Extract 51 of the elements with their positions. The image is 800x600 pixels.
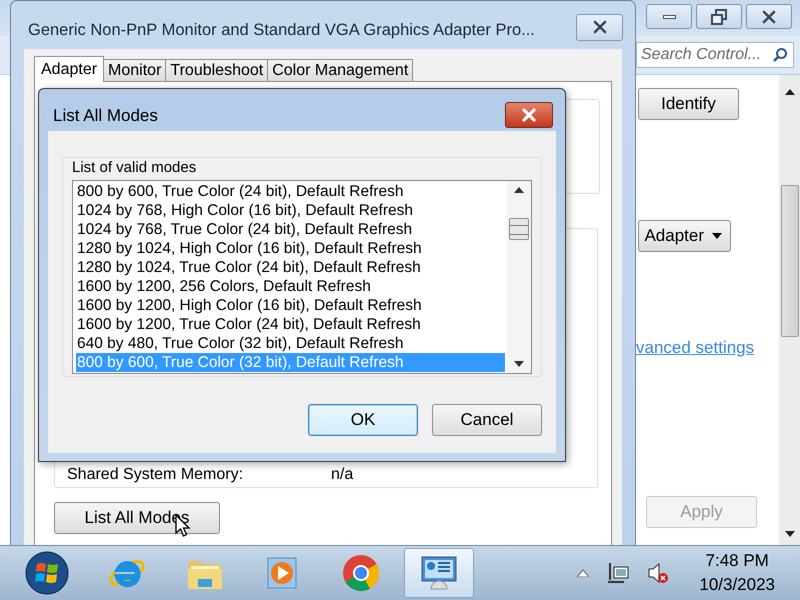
search-field[interactable]: Search Control... (636, 42, 794, 68)
close-icon (760, 8, 778, 26)
scrollbar[interactable] (779, 75, 800, 545)
scrollbar-thumb[interactable] (509, 218, 529, 240)
scroll-up-icon[interactable] (514, 187, 524, 193)
taskbar-button[interactable] (404, 548, 474, 598)
restore-icon (710, 8, 728, 26)
start-icon[interactable] (25, 551, 69, 595)
scroll-down-icon[interactable] (784, 531, 794, 537)
minimize-button[interactable] (646, 4, 692, 29)
list-item[interactable]: 800 by 600, True Color (24 bit), Default Refresh (76, 182, 505, 201)
close-button[interactable] (746, 4, 792, 29)
close-button[interactable] (505, 102, 553, 128)
speaker-muted-icon[interactable] (647, 562, 670, 584)
list-item[interactable]: 640 by 480, True Color (32 bit), Default Refresh (76, 334, 505, 353)
cancel-button[interactable]: Cancel (432, 404, 542, 436)
field-label: Shared System Memory: (67, 466, 244, 484)
tab[interactable]: Color Management (267, 59, 414, 81)
group-label: List of valid modes (72, 159, 198, 176)
field-value: n/a (331, 466, 354, 484)
advanced-settings-link[interactable]: vanced settings (636, 338, 754, 358)
search-icon (772, 47, 788, 63)
window-title: Generic Non-PnP Monitor and Standard VGA Graphics Adapter Pro... (28, 20, 535, 40)
scroll-down-icon[interactable] (514, 361, 524, 367)
scrollbar[interactable] (507, 181, 531, 373)
scrollbar-thumb[interactable] (780, 185, 798, 337)
tab[interactable]: Troubleshoot (165, 59, 268, 81)
mode-list[interactable] (72, 180, 532, 374)
list-item[interactable]: 1600 by 1200, 256 Colors, Default Refresh (76, 277, 505, 296)
identify-button[interactable]: Identify (638, 88, 739, 120)
list-item[interactable]: 1024 by 768, High Color (16 bit), Default Refresh (76, 201, 505, 220)
caret-icon (712, 233, 722, 239)
close-icon (590, 18, 608, 36)
minimize-icon (662, 14, 676, 18)
ok-button[interactable]: OK (308, 404, 418, 436)
scroll-up-icon[interactable] (784, 89, 794, 95)
adapter-dropdown[interactable]: Adapter (638, 220, 731, 252)
list-item[interactable]: 1280 by 1024, High Color (16 bit), Default Refresh (76, 239, 505, 258)
close-button[interactable] (576, 14, 623, 40)
clock[interactable]: 7:48 PM 10/3/2023 (699, 549, 775, 597)
list-item[interactable]: 1024 by 768, True Color (24 bit), Default Refresh (76, 220, 505, 239)
list-item[interactable]: 1600 by 1200, True Color (24 bit), Default Refresh (76, 315, 505, 334)
network-icon[interactable] (607, 562, 630, 584)
list-item[interactable]: 1280 by 1024, True Color (24 bit), Default Refresh (76, 258, 505, 277)
close-icon (520, 106, 538, 124)
dialog-title: List All Modes (53, 106, 158, 126)
restore-button[interactable] (696, 4, 742, 29)
tab[interactable]: Adapter (34, 56, 104, 82)
tab[interactable]: Monitor (103, 59, 166, 81)
chrome-icon (341, 553, 381, 593)
list-item[interactable]: 1600 by 1200, High Color (16 bit), Default Refresh (76, 296, 505, 315)
